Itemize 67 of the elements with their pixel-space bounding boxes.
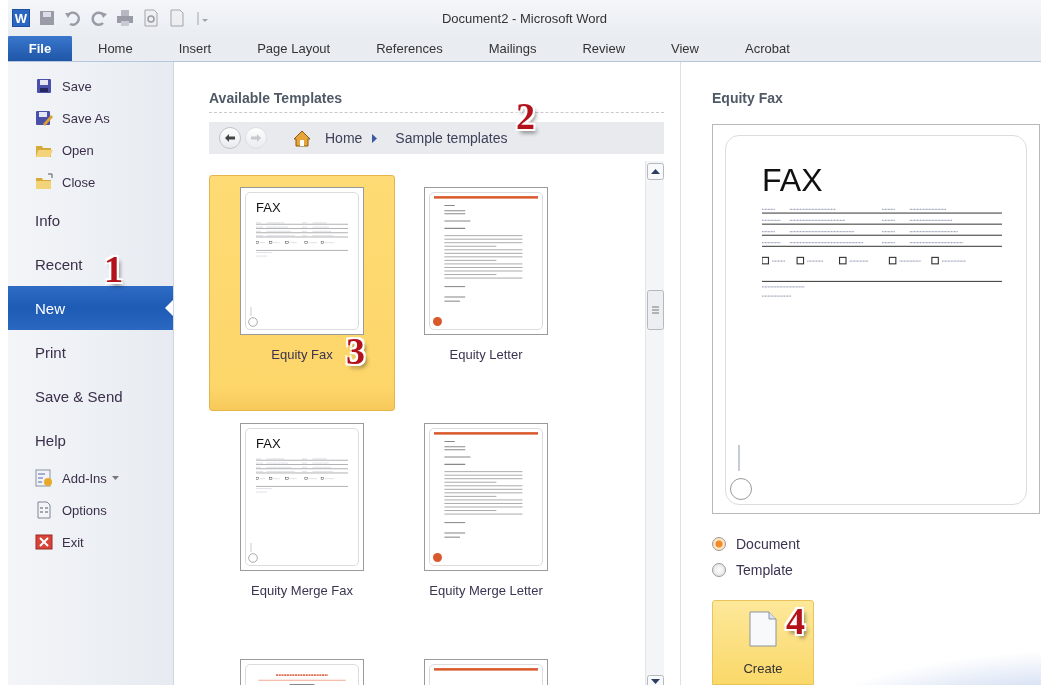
ribbon-tab[interactable]: Insert bbox=[158, 35, 232, 61]
ribbon-tab[interactable]: File bbox=[8, 35, 72, 61]
template-tile[interactable]: Equity Letter bbox=[393, 175, 579, 411]
template-tile[interactable]: FAX Equity Merge Fax bbox=[209, 411, 395, 647]
nav-tab[interactable]: Info bbox=[8, 198, 67, 242]
nav-tab[interactable]: Print bbox=[8, 330, 72, 374]
section-heading: Available Templates bbox=[209, 90, 344, 108]
window-title: Document2 - Microsoft Word bbox=[441, 10, 608, 26]
arrow-left-icon bbox=[225, 134, 235, 142]
nav-command[interactable]: Close bbox=[8, 166, 102, 198]
ribbon-tab[interactable]: References bbox=[356, 35, 463, 61]
scroll-up-icon[interactable] bbox=[646, 163, 664, 180]
ring-icon bbox=[248, 543, 258, 563]
dot-icon bbox=[433, 317, 442, 326]
chevron-right-icon bbox=[372, 133, 378, 143]
radio-option[interactable]: Template bbox=[712, 562, 1041, 579]
nav-tab[interactable]: Save & Send bbox=[8, 374, 129, 418]
fax-heading: FAX bbox=[256, 201, 281, 214]
nav-command[interactable]: Add-Ins bbox=[8, 462, 125, 494]
scroll-thumb-icon[interactable] bbox=[646, 290, 664, 330]
ring-icon bbox=[729, 445, 753, 502]
ribbon-tab[interactable]: Review bbox=[562, 35, 645, 61]
arrow-right-icon bbox=[251, 134, 261, 142]
breadcrumb-link[interactable]: Home bbox=[319, 130, 369, 146]
template-tile[interactable]: Equity Merge Letter bbox=[393, 411, 579, 647]
scrollbar[interactable] bbox=[645, 161, 664, 685]
step-number: 3 bbox=[346, 332, 365, 370]
nav-command[interactable]: Exit bbox=[8, 526, 90, 558]
nav-tab[interactable]: Help bbox=[8, 418, 72, 462]
breadcrumb-link[interactable]: Sample templates bbox=[389, 130, 514, 146]
scroll-down-icon[interactable] bbox=[646, 675, 664, 685]
step-number: 4 bbox=[786, 602, 805, 640]
fax-heading: FAX bbox=[762, 164, 823, 196]
undo-icon[interactable] bbox=[64, 9, 82, 27]
nav-tab[interactable]: Recent bbox=[8, 242, 89, 286]
ribbon-tab[interactable]: Mailings bbox=[468, 35, 557, 61]
close-icon bbox=[35, 533, 53, 551]
floppy-pencil-icon bbox=[35, 109, 53, 127]
nav-command[interactable]: Open bbox=[8, 134, 100, 166]
ribbon-tab[interactable]: Home bbox=[78, 35, 153, 61]
nav-command[interactable]: Options bbox=[8, 494, 113, 526]
printer-icon[interactable] bbox=[116, 9, 134, 27]
app-logo[interactable]: W bbox=[12, 9, 30, 27]
ribbon-tab[interactable]: Acrobat bbox=[724, 35, 810, 61]
home-icon bbox=[293, 129, 311, 147]
fax-heading: FAX bbox=[256, 437, 281, 450]
nav-command[interactable]: Save bbox=[8, 70, 98, 102]
print-preview-icon[interactable] bbox=[142, 9, 160, 27]
ring-icon bbox=[248, 307, 258, 327]
redo-icon[interactable] bbox=[90, 9, 108, 27]
document-icon bbox=[749, 611, 777, 648]
step-number: 1 bbox=[104, 250, 123, 288]
save-icon[interactable] bbox=[38, 9, 56, 27]
dot-icon bbox=[433, 553, 442, 562]
step-number: 2 bbox=[516, 97, 535, 135]
nav-tab[interactable]: New bbox=[8, 286, 173, 330]
caret-icon bbox=[111, 476, 119, 480]
folder-icon bbox=[35, 173, 53, 191]
document-options-icon bbox=[35, 501, 53, 519]
radio-option[interactable]: Document bbox=[712, 536, 1041, 553]
back-button[interactable] bbox=[219, 127, 241, 149]
ribbon-tab[interactable]: Page Layout bbox=[237, 35, 351, 61]
nav-command[interactable]: Save As bbox=[8, 102, 116, 134]
add-ins-icon bbox=[35, 469, 53, 487]
preview-title: Equity Fax bbox=[712, 90, 784, 108]
ribbon-tab[interactable]: View bbox=[651, 35, 719, 61]
new-document-icon[interactable] bbox=[168, 9, 186, 27]
